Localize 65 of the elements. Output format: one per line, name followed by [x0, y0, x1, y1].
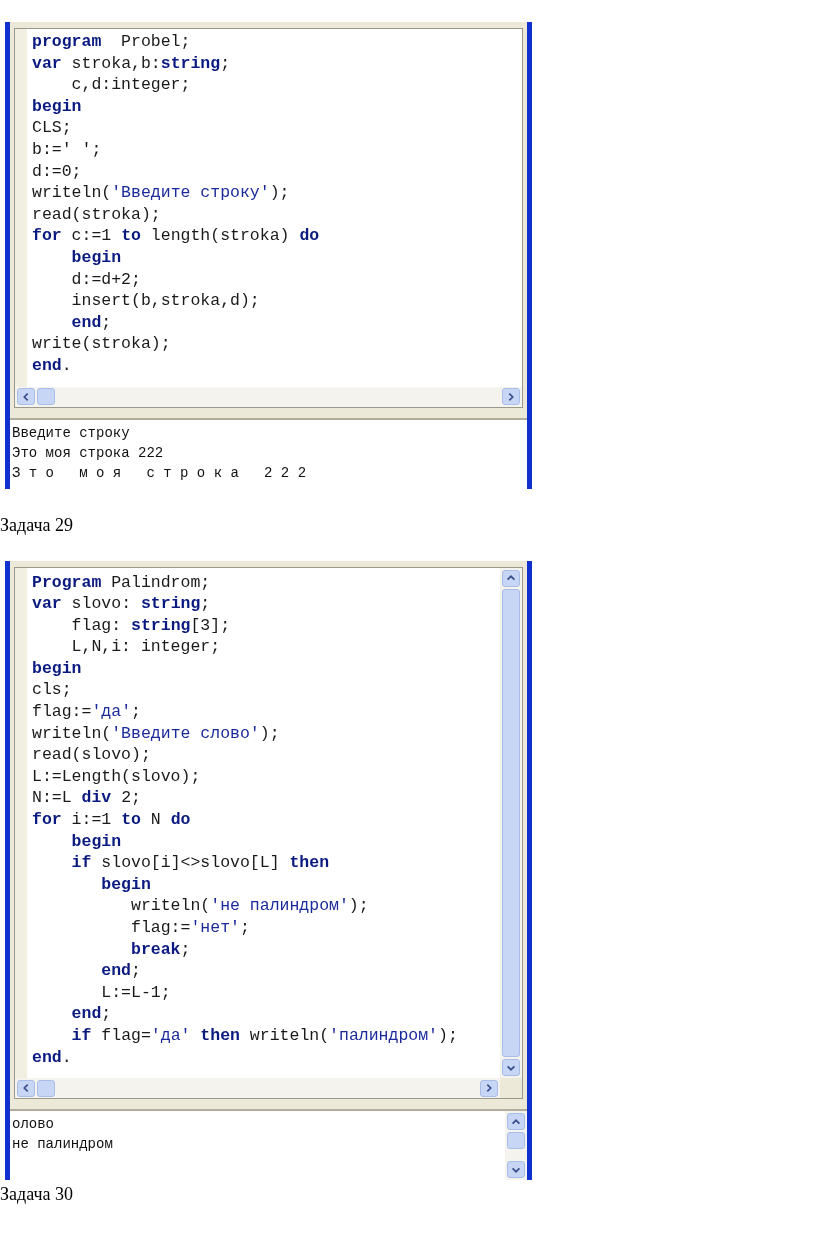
code-line: end.: [32, 354, 72, 377]
code-editor[interactable]: [14, 28, 523, 408]
code-line: if slovo[i]<>slovo[L] then: [70, 852, 330, 874]
code-line: end.: [32, 1046, 72, 1069]
code-line: d:=d+2;: [70, 268, 141, 291]
code-line: var slovo: string;: [32, 593, 211, 615]
code-line: var stroka,b:string;: [32, 52, 231, 75]
code-line: read(stroka);: [32, 203, 161, 226]
task-caption: Задача 29: [0, 513, 73, 537]
code-line: writeln('Введите слово');: [32, 722, 280, 745]
code-line: write(stroka);: [32, 333, 171, 355]
output-line: Введите строку: [12, 423, 130, 443]
code-line: cls;: [32, 679, 72, 702]
vertical-scrollbar[interactable]: [500, 567, 522, 1079]
code-line: read(slovo);: [32, 744, 151, 766]
scrollbar-thumb[interactable]: [37, 1079, 55, 1097]
code-line: b:=' ';: [32, 138, 102, 161]
output-line: не палиндром: [12, 1135, 113, 1155]
scrollbar-thumb[interactable]: [37, 388, 55, 405]
code-line: begin: [70, 830, 122, 853]
code-editor[interactable]: [14, 566, 523, 1100]
code-line: writeln('не палиндром');: [130, 895, 369, 917]
output-line: олово: [12, 1115, 54, 1135]
code-line: begin: [70, 246, 122, 269]
code-line: CLS;: [32, 117, 72, 139]
code-line: for i:=1 to N do: [32, 809, 191, 831]
scroll-right-button[interactable]: [502, 388, 520, 405]
code-line: begin: [32, 95, 82, 118]
output-line: Это моя строка 222: [12, 443, 164, 463]
horizontal-scrollbar[interactable]: [15, 386, 522, 407]
code-line: end;: [70, 311, 112, 334]
code-line: begin: [32, 657, 82, 680]
code-line: flag: string[3];: [70, 614, 231, 637]
code-line: insert(b,stroka,d);: [70, 290, 260, 312]
code-line: flag:='нет';: [130, 917, 250, 939]
code-line: writeln('Введите строку');: [32, 182, 290, 204]
code-line: N:=L div 2;: [32, 787, 141, 810]
code-line: break;: [130, 938, 191, 961]
scroll-left-button[interactable]: [17, 1079, 35, 1097]
code-line: Program Palindrom;: [32, 571, 211, 594]
output-line: З т о м о я с т р о к а 2 2 2: [12, 463, 307, 483]
scroll-down-button[interactable]: [507, 1161, 525, 1179]
scrollbar-thumb[interactable]: [502, 588, 520, 1058]
scrollbar-corner: [500, 1078, 522, 1099]
code-line: program Probel;: [32, 31, 191, 53]
scroll-right-button[interactable]: [480, 1079, 498, 1097]
code-line: L,N,i: integer;: [70, 636, 221, 658]
code-line: for c:=1 to length(stroka) do: [32, 225, 320, 247]
code-line: L:=Length(slovo);: [32, 765, 201, 788]
code-line: end;: [100, 960, 141, 982]
code-line: c,d:integer;: [70, 74, 191, 96]
task-caption: Задача 30: [0, 1183, 73, 1207]
code-line: d:=0;: [32, 160, 82, 183]
scrollbar-thumb[interactable]: [507, 1132, 525, 1150]
horizontal-scrollbar[interactable]: [15, 1078, 500, 1099]
code-line: if flag='да' then writeln('палиндром');: [70, 1024, 458, 1047]
code-line: begin: [100, 873, 151, 896]
scroll-up-button[interactable]: [502, 569, 520, 587]
code-line: L:=L-1;: [100, 981, 171, 1004]
scroll-down-button[interactable]: [502, 1059, 520, 1077]
code-line: end;: [70, 1003, 112, 1025]
code-line: flag:='да';: [32, 701, 141, 723]
scroll-left-button[interactable]: [17, 388, 35, 405]
scroll-up-button[interactable]: [507, 1113, 525, 1131]
vertical-scrollbar[interactable]: [505, 1111, 527, 1181]
